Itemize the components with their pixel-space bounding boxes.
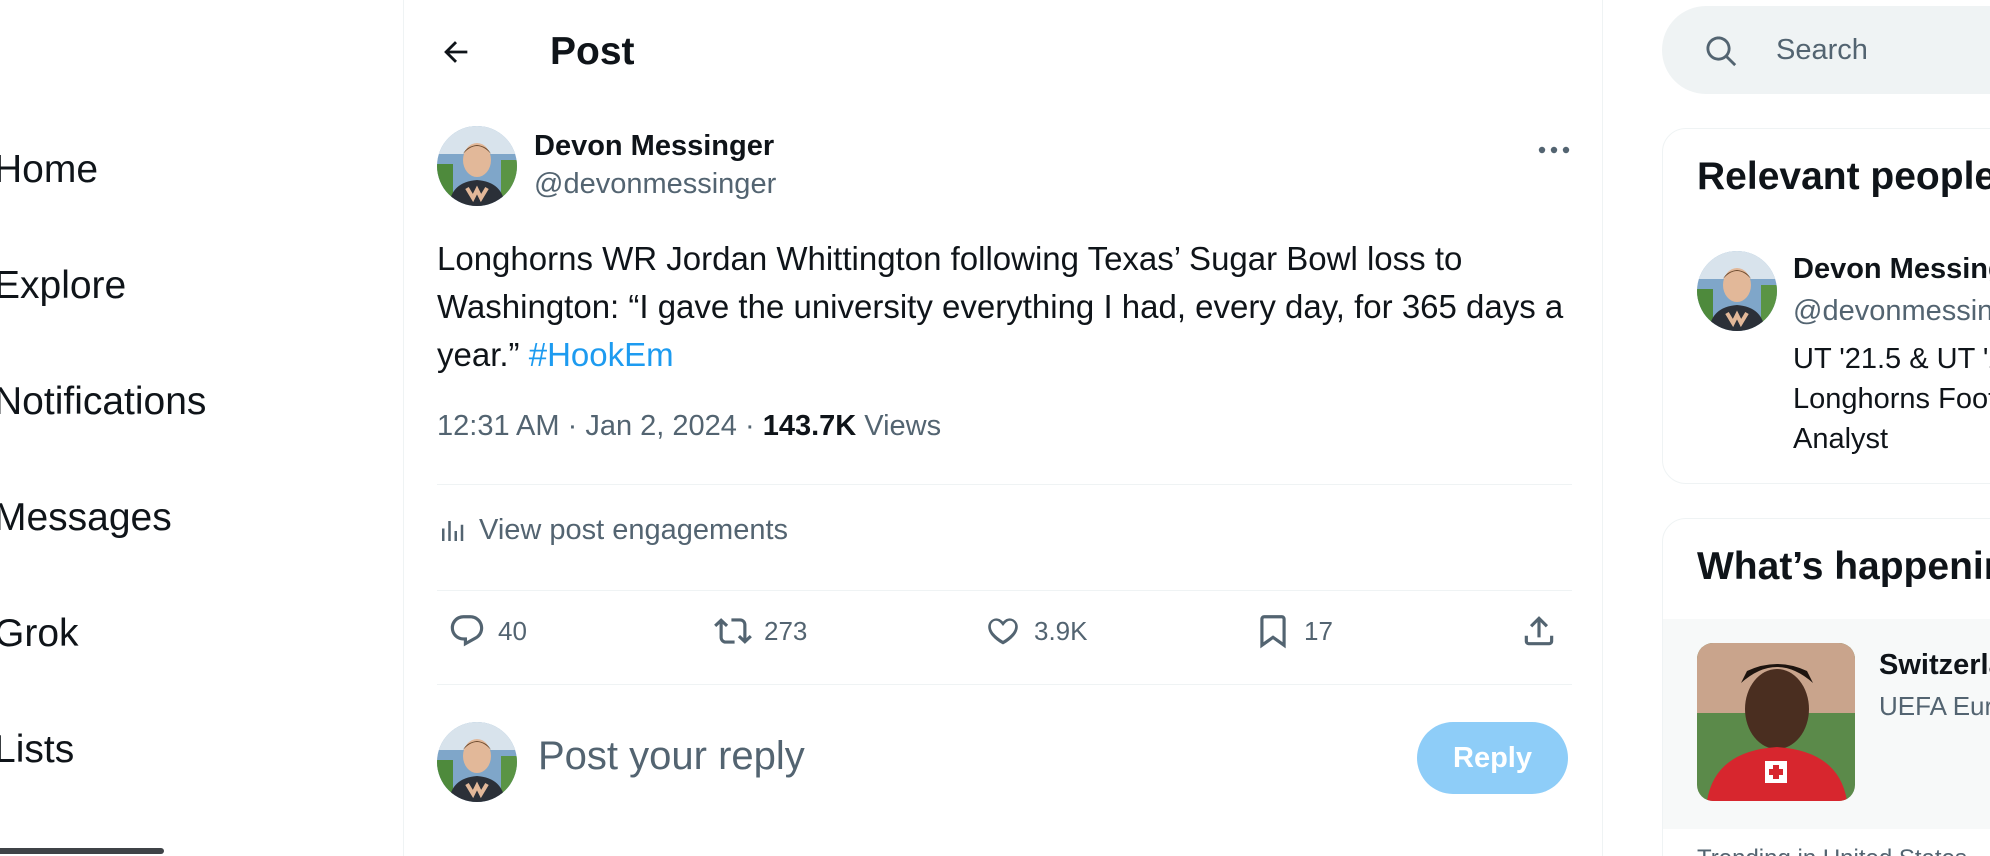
repost-count: 273 xyxy=(764,615,808,646)
author-name[interactable]: Devon Messinger xyxy=(534,130,774,163)
comment-icon xyxy=(450,615,484,647)
post-time[interactable]: 12:31 AM xyxy=(437,410,560,442)
search-icon xyxy=(1706,36,1737,67)
current-user-avatar[interactable] xyxy=(437,722,517,802)
more-dots-icon xyxy=(1538,146,1570,154)
bookmark-count: 17 xyxy=(1304,615,1333,646)
bookmark-action[interactable]: 17 xyxy=(1254,612,1333,650)
trend-item[interactable]: Switzerland UEFA Euro xyxy=(1663,619,1990,829)
reply-action[interactable]: 40 xyxy=(448,612,527,650)
page-title: Post xyxy=(550,30,635,73)
back-button[interactable] xyxy=(432,28,480,76)
person-handle[interactable]: @devonmessinger xyxy=(1793,295,1990,328)
author-handle[interactable]: @devonmessinger xyxy=(534,168,776,201)
engagements-label: View post engagements xyxy=(479,514,789,546)
card-title: Relevant people xyxy=(1697,155,1990,198)
search-placeholder: Search xyxy=(1776,34,1868,66)
trend-subtitle: UEFA Euro xyxy=(1879,691,1990,721)
person-avatar[interactable] xyxy=(1697,251,1777,331)
nav-item-more[interactable] xyxy=(0,838,164,856)
search-input[interactable]: Search xyxy=(1662,6,1990,94)
arrow-left-icon xyxy=(444,41,468,63)
post-text: Longhorns WR Jordan Whittington followin… xyxy=(437,235,1577,379)
reply-input[interactable]: Post your reply xyxy=(538,734,805,779)
nav-item-explore[interactable]: Explore xyxy=(0,264,126,308)
right-sidebar: Search Relevant people Devon Messinger @… xyxy=(1662,0,1990,856)
whats-happening-card: What’s happening Switzerland UEFA Euro T… xyxy=(1662,518,1990,856)
nav-item-notifications[interactable]: Notifications xyxy=(0,380,206,424)
bar-chart-icon xyxy=(442,520,464,541)
like-action[interactable]: 3.9K xyxy=(984,612,1088,650)
relevant-people-card: Relevant people Devon Messinger @devonme… xyxy=(1662,128,1990,484)
heart-icon xyxy=(988,618,1018,645)
trend-context: Trending in United States xyxy=(1697,845,1967,856)
left-navigation: Home Explore Notifications Messages Grok… xyxy=(0,0,404,856)
author-avatar[interactable] xyxy=(437,126,517,206)
nav-item-messages[interactable]: Messages xyxy=(0,496,172,540)
post-meta: 12:31 AM · Jan 2, 2024 · 143.7K Views xyxy=(437,410,941,443)
person-bio: UT '21.5 & UT '23 Longhorns Football Ana… xyxy=(1793,343,1990,455)
bookmark-icon xyxy=(1260,615,1286,649)
post-header: Post xyxy=(404,0,1602,104)
trend-title: Switzerland xyxy=(1879,649,1990,681)
more-options-button[interactable] xyxy=(1524,130,1584,170)
card-title: What’s happening xyxy=(1697,545,1990,588)
repost-icon xyxy=(714,618,752,644)
divider xyxy=(437,684,1572,685)
share-action[interactable] xyxy=(1520,612,1558,650)
person-name[interactable]: Devon Messinger xyxy=(1793,253,1990,286)
trend-image xyxy=(1697,643,1855,801)
meta-separator: · xyxy=(567,410,578,442)
views-label: Views xyxy=(864,410,942,442)
reply-count: 40 xyxy=(498,615,527,646)
repost-action[interactable]: 273 xyxy=(714,612,807,650)
share-icon xyxy=(1524,616,1554,646)
reply-button[interactable]: Reply xyxy=(1417,722,1568,794)
divider xyxy=(437,484,1572,485)
like-count: 3.9K xyxy=(1034,615,1088,646)
post-date[interactable]: Jan 2, 2024 xyxy=(585,410,737,442)
hashtag-link[interactable]: #HookEm xyxy=(529,336,674,373)
nav-item-grok[interactable]: Grok xyxy=(0,612,79,656)
view-engagements-link[interactable]: View post engagements xyxy=(437,514,788,547)
divider xyxy=(437,590,1572,591)
nav-item-lists[interactable]: Lists xyxy=(0,728,74,772)
nav-item-home[interactable]: Home xyxy=(0,148,98,192)
post-detail-column: Post Devon Messinger @devonmessinger Lon… xyxy=(403,0,1603,856)
meta-separator: · xyxy=(744,410,755,442)
views-count: 143.7K xyxy=(762,410,857,442)
